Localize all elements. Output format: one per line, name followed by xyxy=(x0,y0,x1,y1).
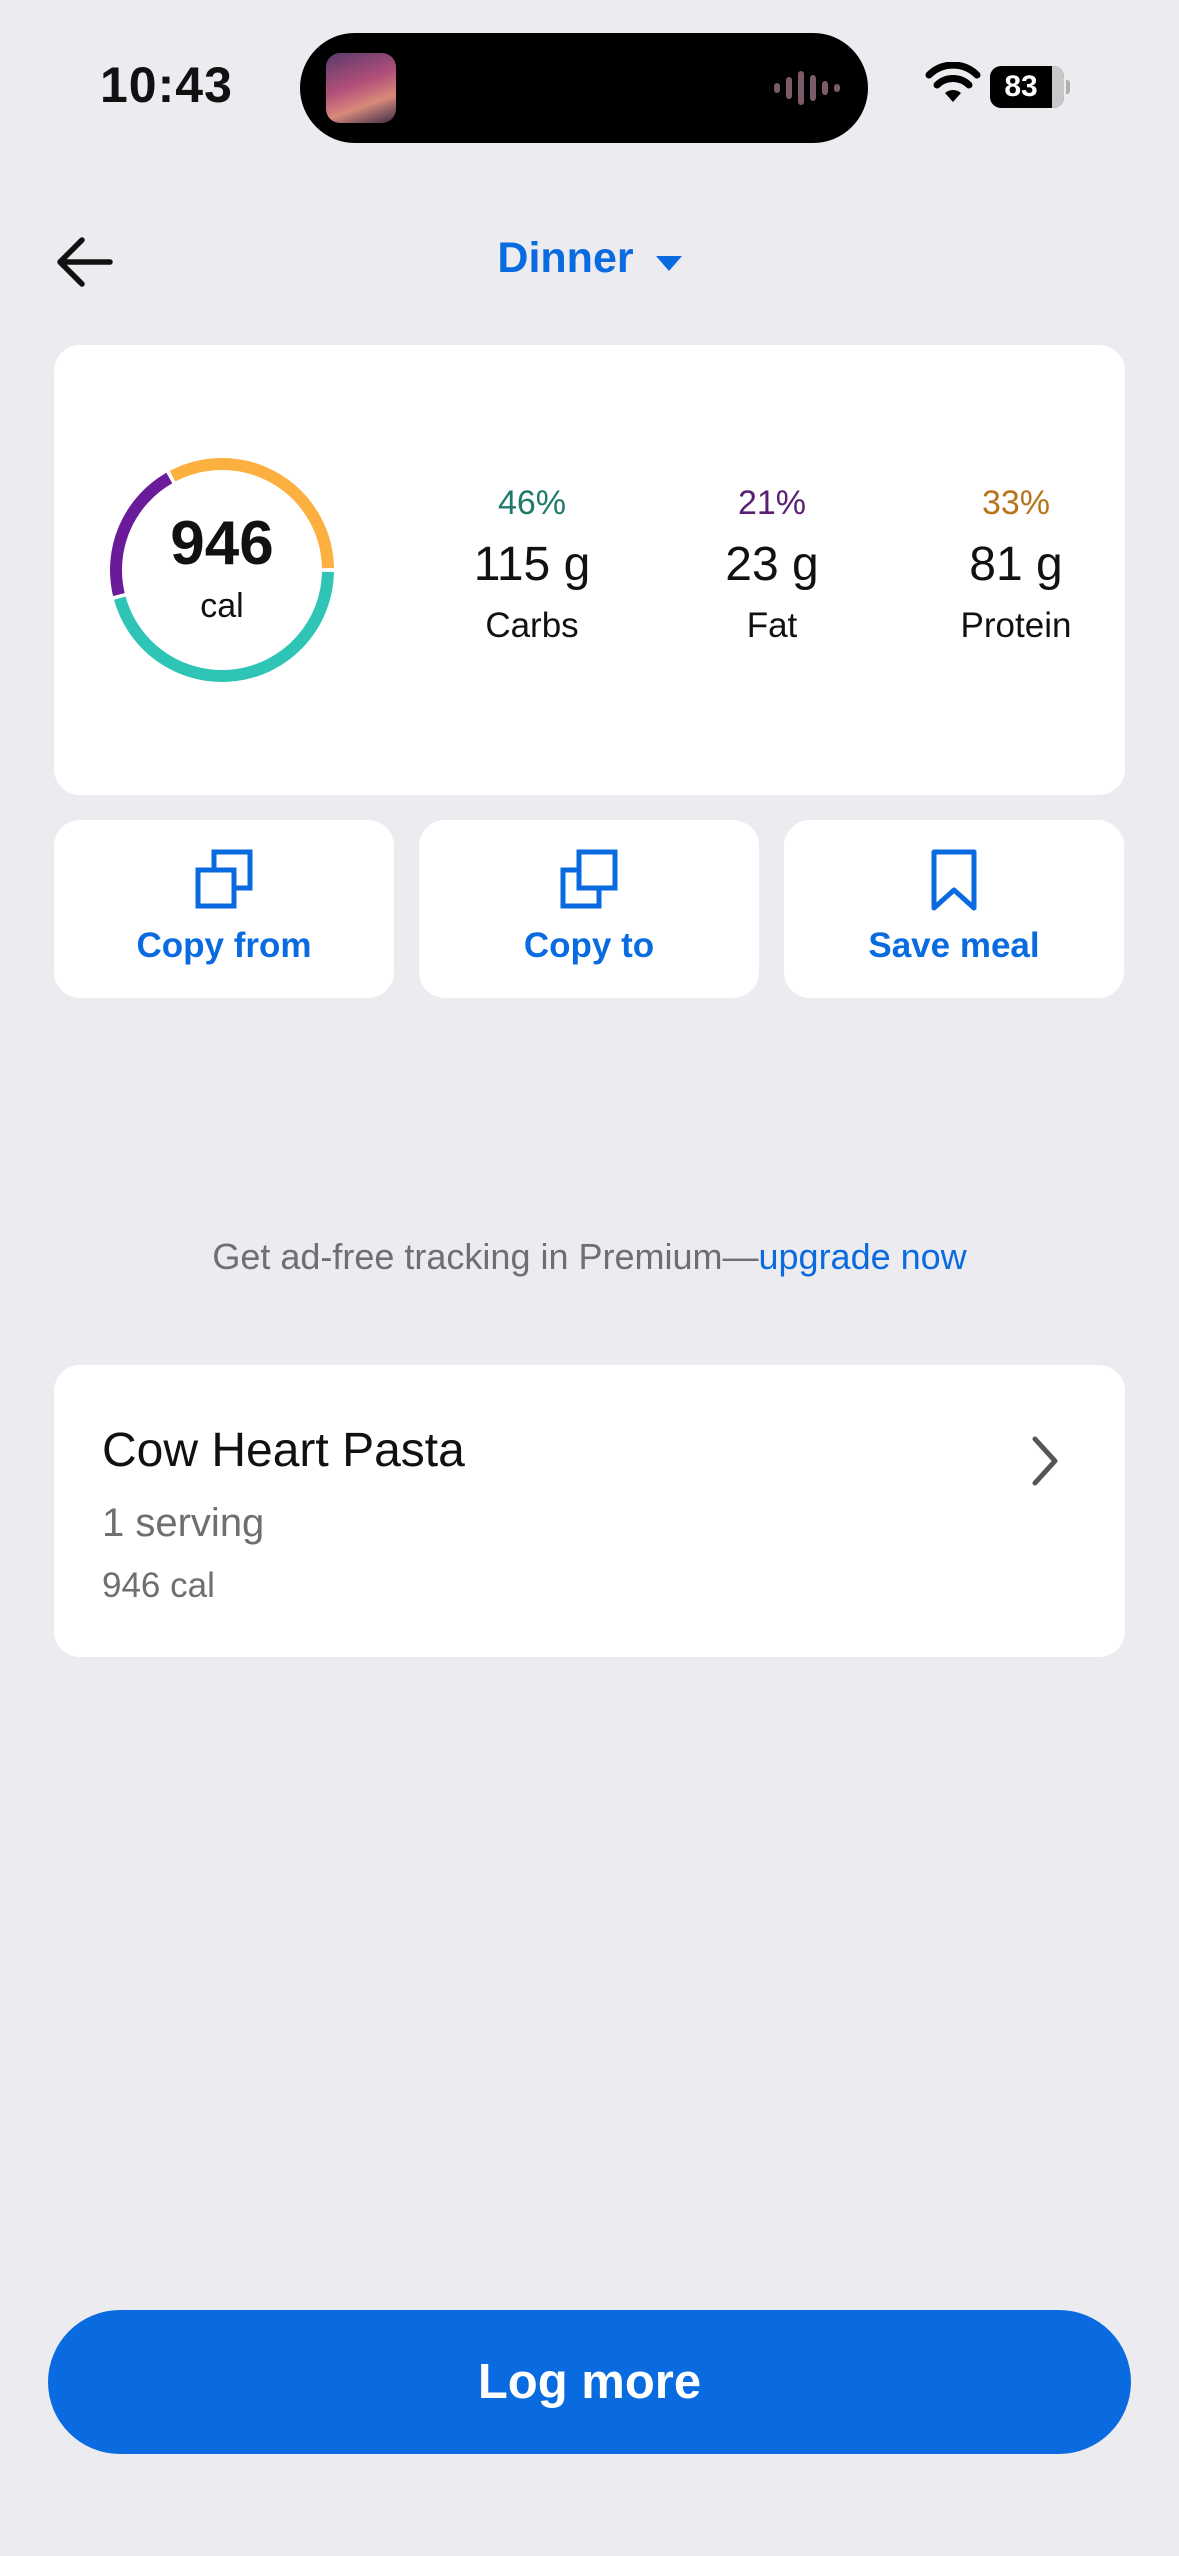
macro-percent: 21% xyxy=(737,484,807,522)
bookmark-icon xyxy=(931,849,977,911)
macro-percent: 33% xyxy=(981,484,1051,522)
log-more-button[interactable]: Log more xyxy=(48,2310,1131,2454)
macro-label: Carbs xyxy=(485,606,579,645)
food-serving: 1 serving xyxy=(102,1501,265,1545)
caret-down-icon xyxy=(655,256,682,272)
macro-grams: 23 g xyxy=(725,538,819,591)
status-time: 10:43 xyxy=(100,57,233,113)
food-name: Cow Heart Pasta xyxy=(102,1424,465,1477)
save-meal-button[interactable]: Save meal xyxy=(784,820,1124,998)
copy-from-button[interactable]: Copy from xyxy=(54,820,394,998)
premium-promo: Get ad-free tracking in Premium—upgrade … xyxy=(0,1236,1179,1278)
meal-selector[interactable]: Dinner xyxy=(0,234,1179,283)
calories-unit: cal xyxy=(200,587,244,625)
food-item-card[interactable]: Cow Heart Pasta 1 serving 946 cal xyxy=(54,1365,1125,1657)
macro-label: Fat xyxy=(746,606,798,645)
macro-carbs: 46% 115 g Carbs xyxy=(422,484,642,646)
wifi-icon xyxy=(925,62,981,102)
save-meal-label: Save meal xyxy=(868,926,1040,965)
chevron-right-icon xyxy=(1032,1436,1058,1486)
copy-from-label: Copy from xyxy=(136,926,312,965)
copy-to-label: Copy to xyxy=(523,926,655,965)
now-playing-artwork xyxy=(326,53,396,123)
copy-to-button[interactable]: Copy to xyxy=(419,820,759,998)
battery-indicator: 83 xyxy=(990,66,1070,108)
audio-waveform-icon xyxy=(774,69,840,107)
macro-grams: 115 g xyxy=(473,538,591,591)
macro-grams: 81 g xyxy=(969,538,1063,591)
copy-icon xyxy=(560,849,618,909)
meal-title: Dinner xyxy=(497,234,634,282)
food-calories: 946 cal xyxy=(102,1566,215,1605)
dynamic-island[interactable] xyxy=(300,33,868,143)
macro-fat: 21% 23 g Fat xyxy=(662,484,882,646)
copy-icon xyxy=(195,849,253,909)
macro-percent: 46% xyxy=(497,484,567,522)
promo-text: Get ad-free tracking in Premium— xyxy=(212,1236,759,1277)
macro-protein: 33% 81 g Protein xyxy=(906,484,1126,646)
upgrade-link[interactable]: upgrade now xyxy=(759,1236,967,1277)
battery-level: 83 xyxy=(1004,70,1038,103)
macro-label: Protein xyxy=(960,606,1072,645)
total-calories: 946 xyxy=(170,509,274,578)
